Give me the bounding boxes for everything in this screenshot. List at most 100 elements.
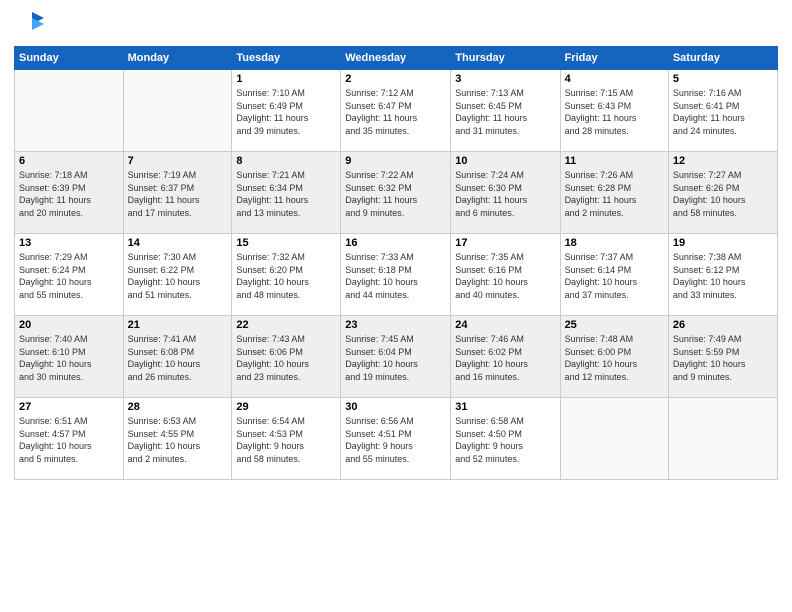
day-info: Sunrise: 7:38 AM Sunset: 6:12 PM Dayligh… [673,251,773,301]
day-number: 14 [128,237,228,249]
day-info: Sunrise: 7:41 AM Sunset: 6:08 PM Dayligh… [128,333,228,383]
calendar-cell: 2 Sunrise: 7:12 AM Sunset: 6:47 PM Daylig… [341,70,451,152]
day-number: 6 [19,155,119,167]
day-info: Sunrise: 7:22 AM Sunset: 6:32 PM Dayligh… [345,169,446,219]
calendar-cell: 5Sunrise: 7:16 AM Sunset: 6:41 PM Daylig… [668,70,777,152]
day-info: Sunrise: 7:21 AM Sunset: 6:34 PM Dayligh… [236,169,336,219]
calendar-cell [123,70,232,152]
day-info: Sunrise: 7:33 AM Sunset: 6:18 PM Dayligh… [345,251,446,301]
calendar-cell: 12 Sunrise: 7:27 AM Sunset: 6:26 PM Dayli… [668,152,777,234]
day-info: Sunrise: 7:18 AM Sunset: 6:39 PM Dayligh… [19,169,119,219]
day-info: Sunrise: 6:54 AM Sunset: 4:53 PM Dayligh… [236,415,336,465]
calendar-week-row: 27 Sunrise: 6:51 AM Sunset: 4:57 PM Dayli… [15,398,778,480]
day-number: 3 [455,73,555,85]
day-number: 21 [128,319,228,331]
calendar-cell: 25Sunrise: 7:48 AM Sunset: 6:00 PM Dayli… [560,316,668,398]
day-info: Sunrise: 7:19 AM Sunset: 6:37 PM Dayligh… [128,169,228,219]
day-info: Sunrise: 7:43 AM Sunset: 6:06 PM Dayligh… [236,333,336,383]
calendar-cell: 17Sunrise: 7:35 AM Sunset: 6:16 PM Dayli… [451,234,560,316]
calendar-cell: 22 Sunrise: 7:43 AM Sunset: 6:06 PM Dayli… [232,316,341,398]
day-info: Sunrise: 6:58 AM Sunset: 4:50 PM Dayligh… [455,415,555,465]
day-number: 26 [673,319,773,331]
day-number: 5 [673,73,773,85]
col-monday: Monday [123,47,232,70]
day-number: 9 [345,155,446,167]
day-number: 30 [345,401,446,413]
calendar-cell: 18Sunrise: 7:37 AM Sunset: 6:14 PM Dayli… [560,234,668,316]
col-friday: Friday [560,47,668,70]
day-number: 12 [673,155,773,167]
day-number: 31 [455,401,555,413]
calendar-cell: 15Sunrise: 7:32 AM Sunset: 6:20 PM Dayli… [232,234,341,316]
calendar-week-row: 20Sunrise: 7:40 AM Sunset: 6:10 PM Dayli… [15,316,778,398]
day-info: Sunrise: 7:13 AM Sunset: 6:45 PM Dayligh… [455,87,555,137]
calendar-cell: 28 Sunrise: 6:53 AM Sunset: 4:55 PM Dayli… [123,398,232,480]
day-number: 7 [128,155,228,167]
calendar-cell: 3 Sunrise: 7:13 AM Sunset: 6:45 PM Daylig… [451,70,560,152]
day-number: 18 [565,237,664,249]
day-info: Sunrise: 6:51 AM Sunset: 4:57 PM Dayligh… [19,415,119,465]
day-info: Sunrise: 7:45 AM Sunset: 6:04 PM Dayligh… [345,333,446,383]
calendar-cell: 29 Sunrise: 6:54 AM Sunset: 4:53 PM Dayli… [232,398,341,480]
day-number: 10 [455,155,555,167]
calendar-cell: 20Sunrise: 7:40 AM Sunset: 6:10 PM Dayli… [15,316,124,398]
calendar-cell: 27 Sunrise: 6:51 AM Sunset: 4:57 PM Dayli… [15,398,124,480]
day-info: Sunrise: 7:26 AM Sunset: 6:28 PM Dayligh… [565,169,664,219]
day-info: Sunrise: 7:27 AM Sunset: 6:26 PM Dayligh… [673,169,773,219]
day-info: Sunrise: 7:29 AM Sunset: 6:24 PM Dayligh… [19,251,119,301]
day-number: 15 [236,237,336,249]
calendar-cell: 13 Sunrise: 7:29 AM Sunset: 6:24 PM Dayli… [15,234,124,316]
logo-flag-icon [18,10,46,38]
calendar-header-row: Sunday Monday Tuesday Wednesday Thursday… [15,47,778,70]
logo [14,10,46,38]
calendar-cell: 19 Sunrise: 7:38 AM Sunset: 6:12 PM Dayli… [668,234,777,316]
calendar-cell: 14 Sunrise: 7:30 AM Sunset: 6:22 PM Dayli… [123,234,232,316]
day-info: Sunrise: 7:12 AM Sunset: 6:47 PM Dayligh… [345,87,446,137]
day-number: 4 [565,73,664,85]
calendar-week-row: 6 Sunrise: 7:18 AM Sunset: 6:39 PM Daylig… [15,152,778,234]
calendar-cell [15,70,124,152]
calendar-cell: 6 Sunrise: 7:18 AM Sunset: 6:39 PM Daylig… [15,152,124,234]
day-info: Sunrise: 7:15 AM Sunset: 6:43 PM Dayligh… [565,87,664,137]
col-sunday: Sunday [15,47,124,70]
day-number: 16 [345,237,446,249]
calendar-cell: 21 Sunrise: 7:41 AM Sunset: 6:08 PM Dayli… [123,316,232,398]
day-number: 28 [128,401,228,413]
day-number: 11 [565,155,664,167]
col-wednesday: Wednesday [341,47,451,70]
calendar-cell: 26 Sunrise: 7:49 AM Sunset: 5:59 PM Dayli… [668,316,777,398]
day-info: Sunrise: 7:30 AM Sunset: 6:22 PM Dayligh… [128,251,228,301]
day-number: 1 [236,73,336,85]
calendar-cell: 31 Sunrise: 6:58 AM Sunset: 4:50 PM Dayli… [451,398,560,480]
day-info: Sunrise: 7:46 AM Sunset: 6:02 PM Dayligh… [455,333,555,383]
day-info: Sunrise: 7:49 AM Sunset: 5:59 PM Dayligh… [673,333,773,383]
calendar-week-row: 13 Sunrise: 7:29 AM Sunset: 6:24 PM Dayli… [15,234,778,316]
calendar-cell: 16 Sunrise: 7:33 AM Sunset: 6:18 PM Dayli… [341,234,451,316]
calendar-cell: 10 Sunrise: 7:24 AM Sunset: 6:30 PM Dayli… [451,152,560,234]
calendar-cell: 8Sunrise: 7:21 AM Sunset: 6:34 PM Daylig… [232,152,341,234]
calendar-cell [668,398,777,480]
day-number: 13 [19,237,119,249]
day-info: Sunrise: 7:24 AM Sunset: 6:30 PM Dayligh… [455,169,555,219]
col-saturday: Saturday [668,47,777,70]
day-number: 24 [455,319,555,331]
day-info: Sunrise: 6:56 AM Sunset: 4:51 PM Dayligh… [345,415,446,465]
col-thursday: Thursday [451,47,560,70]
calendar-table: Sunday Monday Tuesday Wednesday Thursday… [14,46,778,480]
day-number: 2 [345,73,446,85]
calendar-cell: 24 Sunrise: 7:46 AM Sunset: 6:02 PM Dayli… [451,316,560,398]
day-number: 22 [236,319,336,331]
calendar-cell: 9 Sunrise: 7:22 AM Sunset: 6:32 PM Daylig… [341,152,451,234]
calendar-week-row: 1Sunrise: 7:10 AM Sunset: 6:49 PM Daylig… [15,70,778,152]
day-info: Sunrise: 6:53 AM Sunset: 4:55 PM Dayligh… [128,415,228,465]
calendar-cell: 11 Sunrise: 7:26 AM Sunset: 6:28 PM Dayli… [560,152,668,234]
day-number: 17 [455,237,555,249]
page-header [14,10,778,38]
day-number: 27 [19,401,119,413]
day-number: 29 [236,401,336,413]
calendar-cell: 7 Sunrise: 7:19 AM Sunset: 6:37 PM Daylig… [123,152,232,234]
day-number: 19 [673,237,773,249]
day-number: 25 [565,319,664,331]
calendar-cell [560,398,668,480]
day-number: 23 [345,319,446,331]
